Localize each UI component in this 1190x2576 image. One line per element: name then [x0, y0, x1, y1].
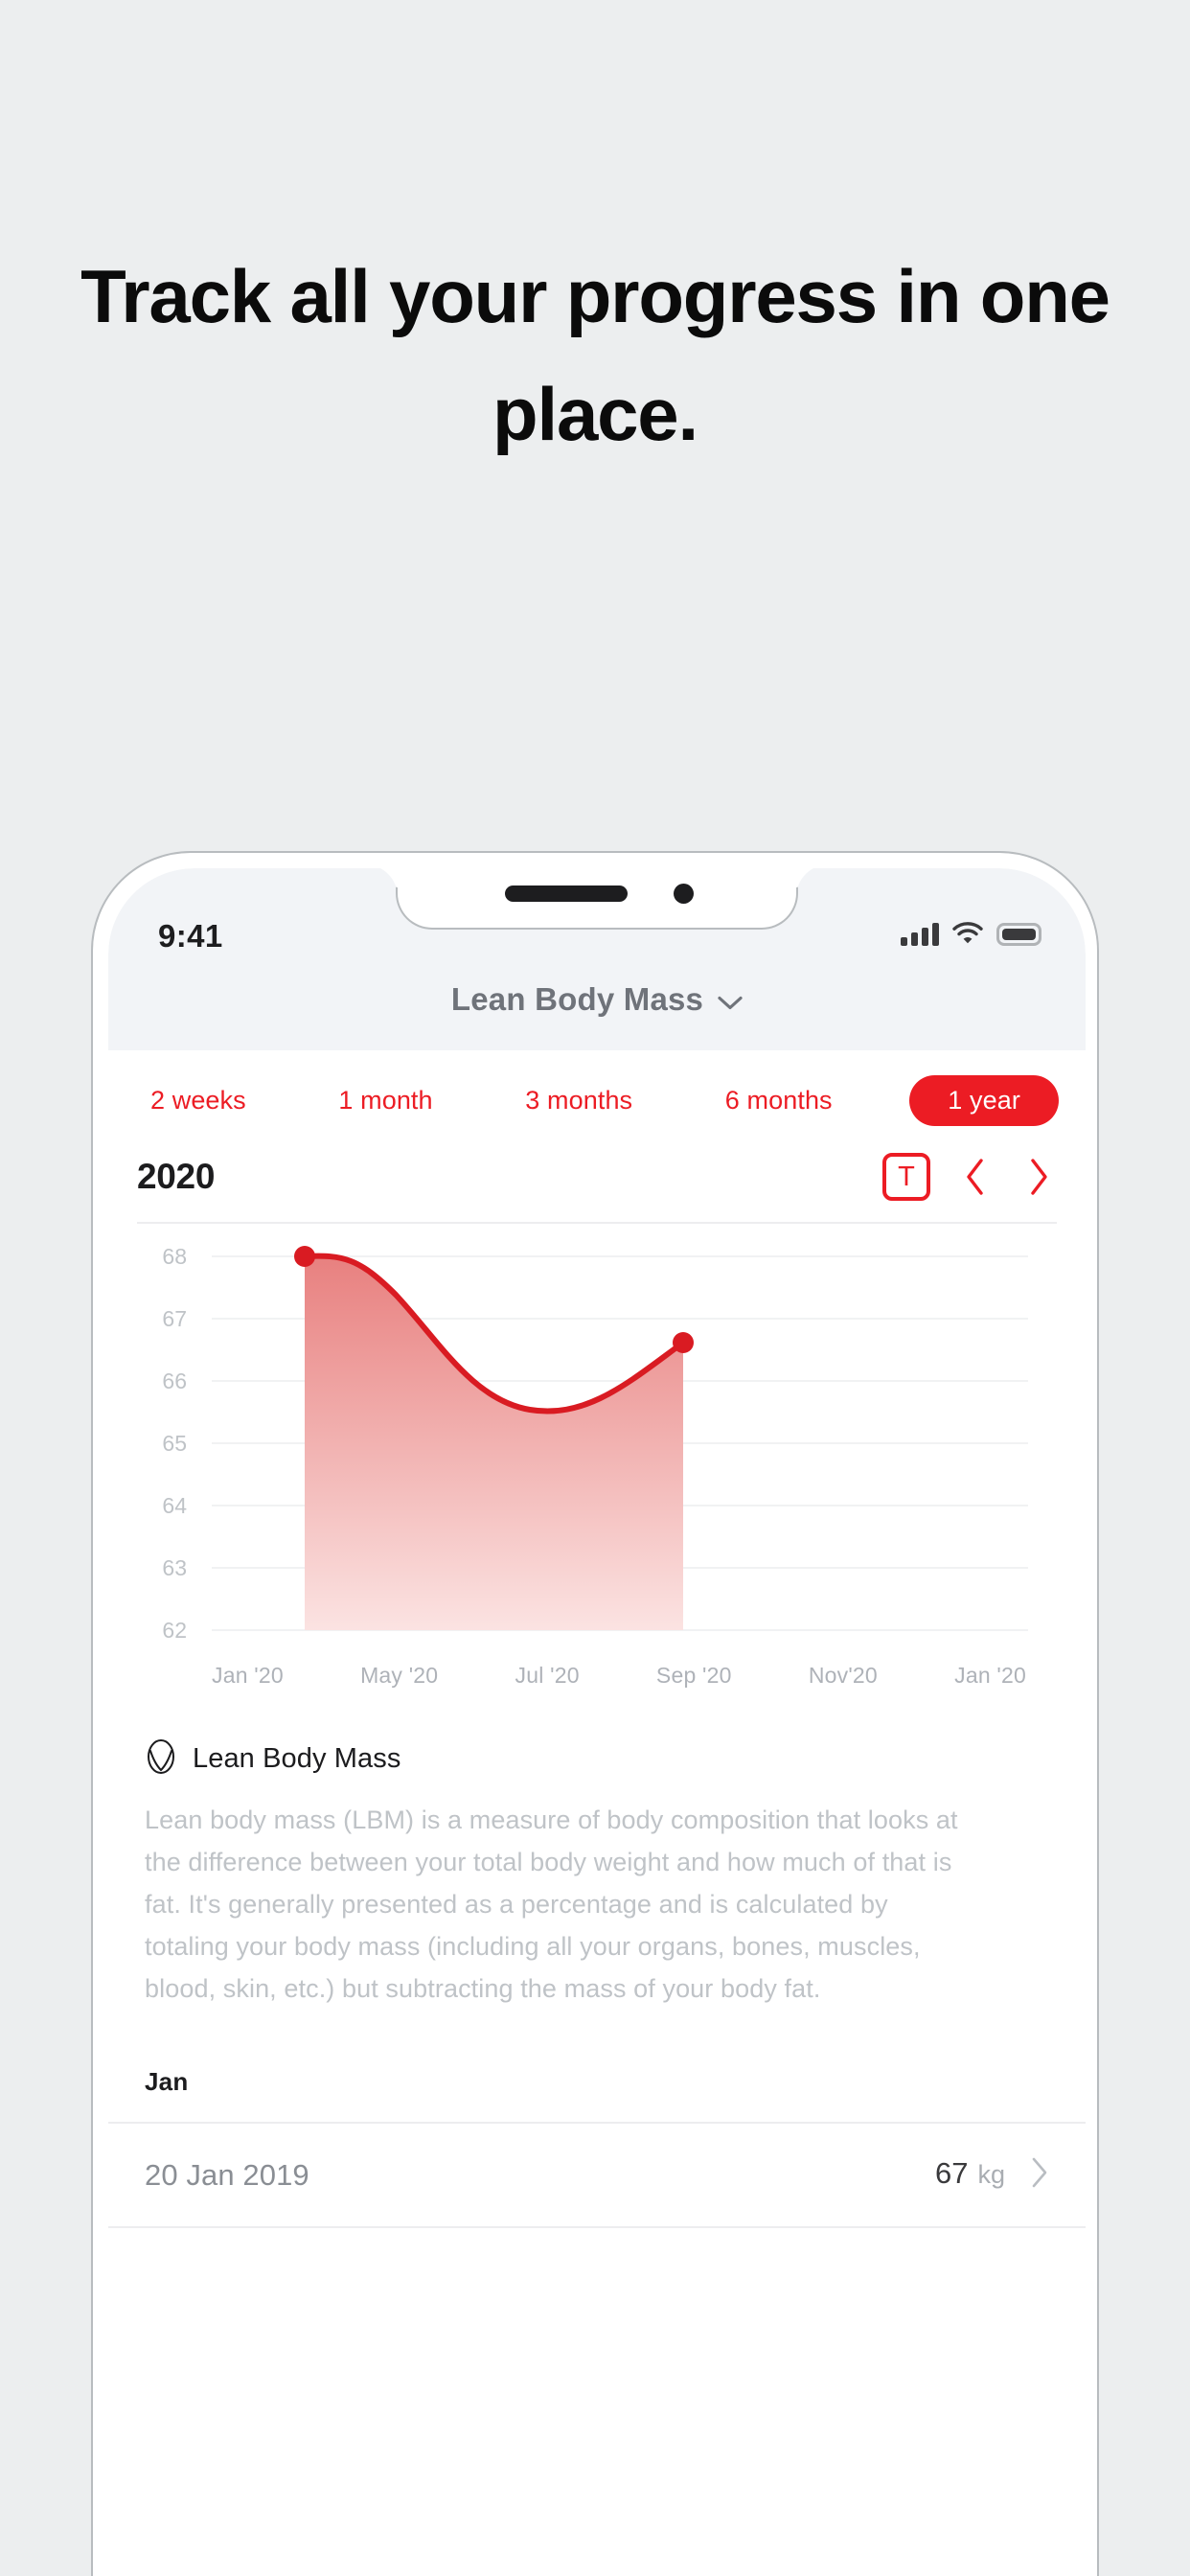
- nav-bar: Lean Body Mass: [108, 978, 1086, 1050]
- period-year-label: 2020: [137, 1157, 216, 1196]
- entry-measure: 67 kg: [935, 2156, 1049, 2194]
- range-tab-6-months[interactable]: 6 months: [710, 1075, 848, 1126]
- entry-date: 20 Jan 2019: [145, 2157, 309, 2192]
- phone-screen: 9:41 Lean Body Mass 2 weeks 1 month 3 mo…: [108, 868, 1086, 2576]
- chart-x-axis: Jan '20 May '20 Jul '20 Sep '20 Nov'20 J…: [108, 1663, 1086, 1689]
- front-camera-icon: [674, 884, 694, 904]
- battery-icon: [996, 923, 1041, 946]
- today-button[interactable]: T: [882, 1153, 930, 1201]
- status-bar-icons: [901, 918, 1041, 951]
- x-tick-label: May '20: [360, 1663, 439, 1688]
- entries-list: Jan 20 Jan 2019 67 kg: [108, 2010, 1086, 2228]
- period-controls: T: [882, 1153, 1057, 1201]
- entry-unit: kg: [977, 2160, 1005, 2189]
- entry-value: 67: [934, 2156, 969, 2190]
- status-bar: 9:41: [108, 868, 1086, 978]
- x-tick-label: Jan '20: [954, 1663, 1026, 1688]
- svg-text:62: 62: [162, 1618, 187, 1643]
- metric-description-header: Lean Body Mass: [145, 1738, 1049, 1780]
- metric-selector[interactable]: Lean Body Mass: [451, 981, 743, 1018]
- nav-title-label: Lean Body Mass: [450, 981, 704, 1017]
- svg-text:66: 66: [162, 1368, 187, 1393]
- chevron-down-icon: [718, 981, 743, 1018]
- chevron-right-icon[interactable]: [1020, 1155, 1057, 1199]
- phone-mockup: 9:41 Lean Body Mass 2 weeks 1 month 3 mo…: [91, 851, 1099, 2576]
- list-divider: [108, 2226, 1086, 2228]
- svg-text:64: 64: [162, 1493, 187, 1518]
- earpiece-speaker-icon: [505, 886, 628, 902]
- x-tick-label: Jul '20: [515, 1663, 580, 1688]
- svg-text:68: 68: [162, 1244, 187, 1269]
- range-tab-3-months[interactable]: 3 months: [510, 1075, 648, 1126]
- metric-description-body: Lean body mass (LBM) is a measure of bod…: [145, 1806, 958, 2003]
- lean-body-mass-chart[interactable]: 68 67 66 65 64 63 62: [108, 1237, 1086, 1659]
- range-tab-1-month[interactable]: 1 month: [323, 1075, 447, 1126]
- svg-text:65: 65: [162, 1431, 187, 1456]
- metric-description-title: Lean Body Mass: [193, 1743, 401, 1774]
- time-range-tabs: 2 weeks 1 month 3 months 6 months 1 year: [108, 1050, 1086, 1147]
- app-screenshot: Track all your progress in one place. 9:…: [0, 0, 1190, 2576]
- svg-text:67: 67: [162, 1306, 187, 1331]
- svg-text:63: 63: [162, 1555, 187, 1580]
- cellular-signal-icon: [901, 923, 939, 946]
- page-title: Track all your progress in one place.: [80, 254, 1110, 456]
- x-tick-label: Sep '20: [655, 1663, 732, 1688]
- x-tick-label: Nov'20: [808, 1663, 878, 1688]
- list-item[interactable]: 20 Jan 2019 67 kg: [108, 2124, 1086, 2226]
- header-divider: [137, 1222, 1057, 1224]
- chevron-right-icon[interactable]: [1030, 2156, 1049, 2194]
- period-header: 2020 T: [108, 1147, 1086, 1222]
- x-tick-label: Jan '20: [212, 1663, 284, 1688]
- wifi-icon: [952, 921, 983, 949]
- status-bar-time: 9:41: [158, 918, 223, 954]
- lean-body-mass-icon: [145, 1738, 177, 1780]
- metric-description: Lean Body Mass Lean body mass (LBM) is a…: [108, 1689, 1086, 2010]
- chevron-left-icon[interactable]: [957, 1155, 994, 1199]
- range-tab-2-weeks[interactable]: 2 weeks: [135, 1075, 262, 1126]
- range-tab-1-year[interactable]: 1 year: [909, 1075, 1059, 1126]
- entries-month-header: Jan: [145, 2067, 189, 2096]
